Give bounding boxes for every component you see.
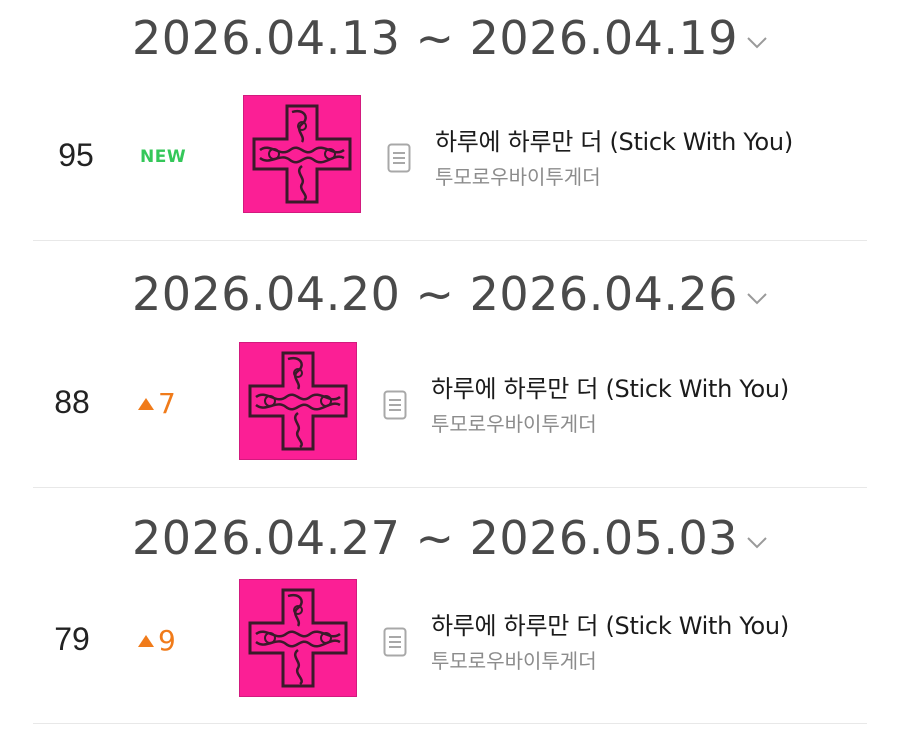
chevron-down-icon (747, 537, 767, 549)
chart-row[interactable]: 95 NEW 하루에 하루만 더 (Stick With You) 투모로우바이… (0, 95, 900, 215)
album-cover[interactable] (239, 342, 357, 460)
artist-name[interactable]: 투모로우바이투게더 (431, 645, 597, 674)
song-title[interactable]: 하루에 하루만 더 (Stick With You) (435, 122, 793, 157)
week-date-range: 2026.04.13 ~ 2026.04.19 (131, 11, 739, 65)
rank-number: 79 (54, 621, 90, 657)
row-divider (33, 240, 867, 241)
rank-up-indicator: 7 (138, 387, 176, 420)
row-divider (33, 723, 867, 724)
album-cross-artwork (248, 351, 348, 451)
week-date-range: 2026.04.20 ~ 2026.04.26 (131, 267, 739, 321)
triangle-up-icon (138, 397, 154, 410)
album-cross-artwork (248, 588, 348, 688)
chart-row[interactable]: 88 7 하루에 하루만 더 (Stick With You) 투모로우바이투게… (0, 342, 900, 462)
chevron-down-icon (747, 37, 767, 49)
artist-name[interactable]: 투모로우바이투게더 (431, 408, 597, 437)
album-cover[interactable] (239, 579, 357, 697)
triangle-up-icon (138, 634, 154, 647)
song-title[interactable]: 하루에 하루만 더 (Stick With You) (431, 606, 789, 641)
rank-change-value: 7 (158, 387, 176, 420)
rank-number: 88 (54, 384, 90, 420)
album-cover[interactable] (243, 95, 361, 213)
week-date-range: 2026.04.27 ~ 2026.05.03 (131, 511, 739, 565)
row-divider (33, 487, 867, 488)
rank-up-indicator: 9 (138, 624, 176, 657)
chart-row[interactable]: 79 9 하루에 하루만 더 (Stick With You) 투모로우바이투게… (0, 579, 900, 699)
new-entry-badge: NEW (140, 147, 187, 167)
lyrics-document-icon[interactable] (387, 143, 411, 173)
artist-name[interactable]: 투모로우바이투게더 (435, 161, 601, 190)
chevron-down-icon (747, 293, 767, 305)
lyrics-document-icon[interactable] (383, 390, 407, 420)
song-title[interactable]: 하루에 하루만 더 (Stick With You) (431, 369, 789, 404)
lyrics-document-icon[interactable] (383, 627, 407, 657)
rank-number: 95 (58, 137, 94, 173)
rank-change-value: 9 (158, 624, 176, 657)
album-cross-artwork (252, 104, 352, 204)
week-date-toggle[interactable]: 2026.04.27 ~ 2026.05.03 (0, 508, 900, 568)
week-date-toggle[interactable]: 2026.04.20 ~ 2026.04.26 (0, 264, 900, 324)
week-date-toggle[interactable]: 2026.04.13 ~ 2026.04.19 (0, 8, 900, 68)
